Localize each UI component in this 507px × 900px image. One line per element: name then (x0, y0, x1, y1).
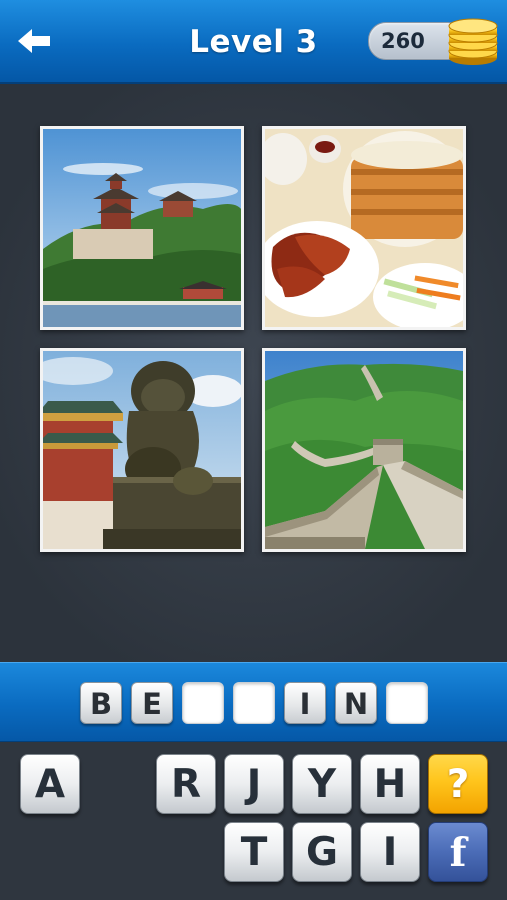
answer-slot-3[interactable] (182, 682, 224, 724)
letter-key-a[interactable]: A (20, 754, 80, 814)
letter-key-i[interactable]: I (360, 822, 420, 882)
letter-key-r[interactable]: R (156, 754, 216, 814)
letter-key-y[interactable]: Y (292, 754, 352, 814)
answer-slot-4[interactable] (233, 682, 275, 724)
hint-button[interactable]: ? (428, 754, 488, 814)
facebook-share-button[interactable]: f (428, 822, 488, 882)
top-bar: Level 3 260 (0, 0, 507, 84)
great-wall-photo[interactable] (262, 348, 466, 552)
answer-slot-2[interactable]: E (131, 682, 173, 724)
guardian-lion-photo[interactable] (40, 348, 244, 552)
lion-statue-icon (43, 351, 241, 549)
letter-key-g[interactable]: G (292, 822, 352, 882)
letter-keyboard: A R J Y H ? T G I f (0, 742, 507, 900)
peking-duck-photo[interactable] (262, 126, 466, 330)
pagoda-on-hill-icon (43, 129, 241, 327)
coin-stack-icon[interactable] (446, 14, 500, 66)
letter-key-t[interactable]: T (224, 822, 284, 882)
letter-key-h[interactable]: H (360, 754, 420, 814)
answer-slot-5[interactable]: I (284, 682, 326, 724)
answer-slot-7[interactable] (386, 682, 428, 724)
letter-key-j[interactable]: J (224, 754, 284, 814)
answer-bar: B E I N (0, 662, 507, 743)
answer-slot-6[interactable]: N (335, 682, 377, 724)
food-plate-icon (265, 129, 463, 327)
summer-palace-photo[interactable] (40, 126, 244, 330)
coin-count: 260 (381, 29, 425, 53)
answer-slot-1[interactable]: B (80, 682, 122, 724)
wall-mountains-icon (265, 351, 463, 549)
puzzle-area (0, 84, 507, 662)
